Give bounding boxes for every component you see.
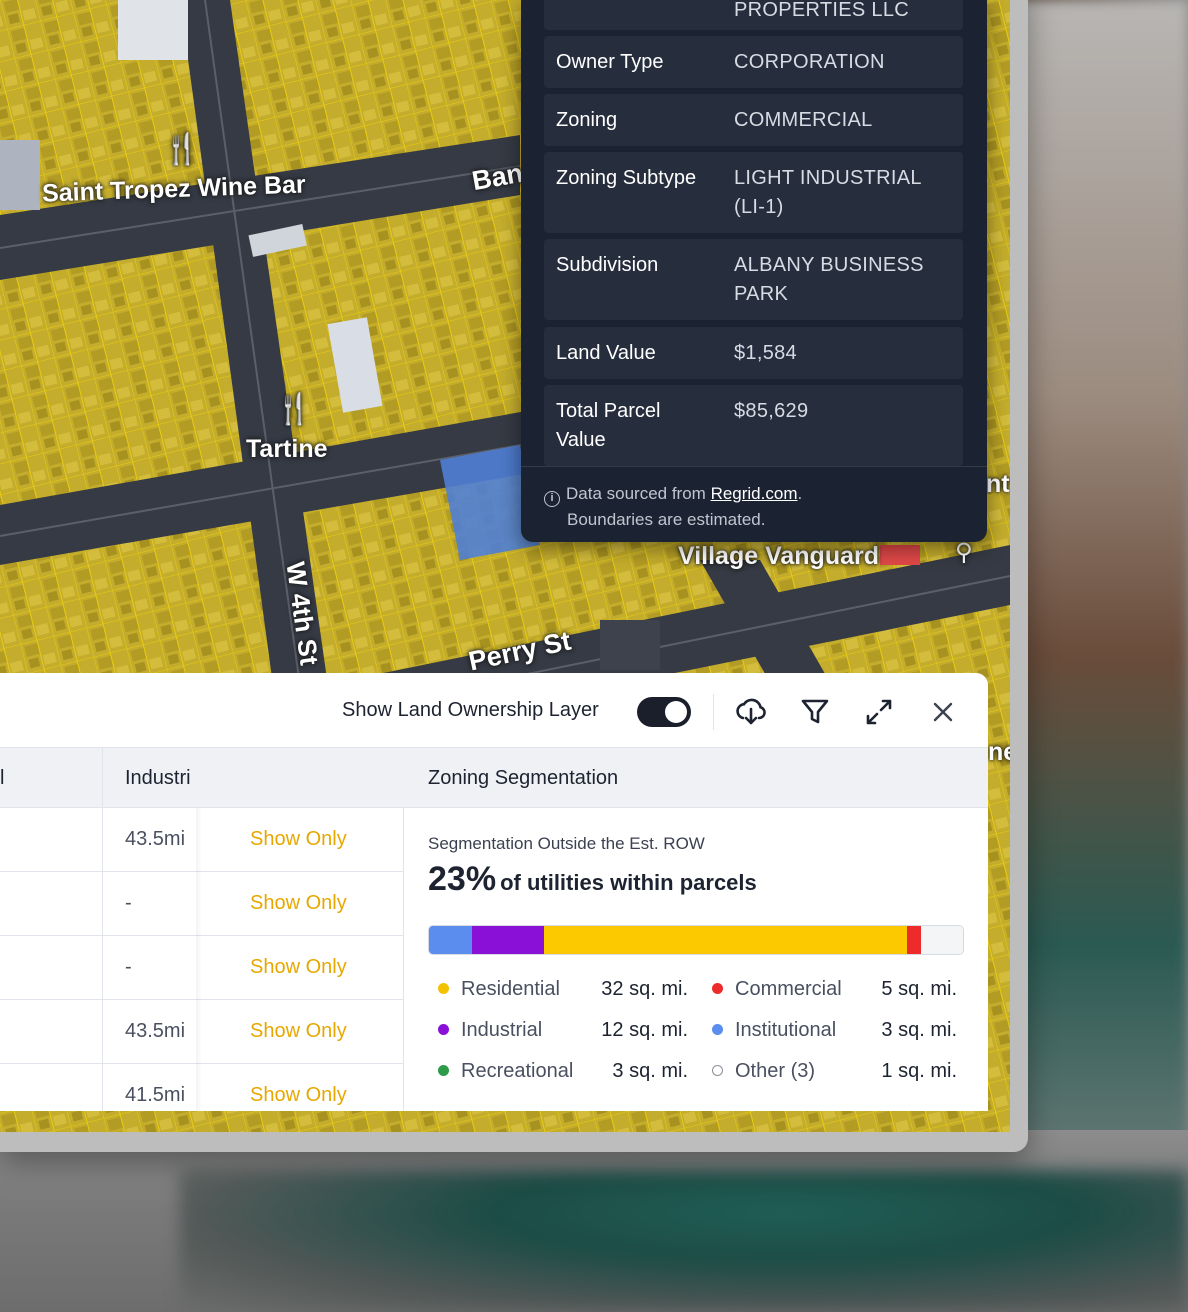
show-only-button[interactable]: Show Only	[250, 828, 347, 851]
table-row: - Show Only	[0, 936, 404, 1000]
segmentation-subtitle: Segmentation Outside the Est. ROW	[428, 834, 705, 853]
popup-row-owner-type: Owner Type CORPORATION	[544, 36, 963, 88]
popup-row-zoning-subtype: Zoning Subtype LIGHT INDUSTRIAL (LI-1)	[544, 152, 963, 233]
legend-item-other: Other (3)	[712, 1060, 815, 1083]
legend-dot	[712, 1024, 723, 1035]
parcel-details-popup: PROPERTIES LLC Owner Type CORPORATION Zo…	[521, 0, 987, 542]
utilities-table: l Industri 43.5mi Show Only - Show Only …	[0, 748, 404, 1111]
column-header-industrial: Industri	[102, 748, 404, 808]
segmentation-headline: 23% of utilities within parcels	[428, 860, 757, 899]
segmentation-title: Zoning Segmentation	[404, 748, 988, 808]
restaurant-icon: 🍴	[163, 133, 201, 166]
legend-value: 12 sq. mi.	[601, 1019, 688, 1041]
popup-footer: i Data sourced from Regrid.com. Boundarie…	[521, 466, 987, 542]
segmentation-percent-text: of utilities within parcels	[500, 870, 757, 895]
show-only-button[interactable]: Show Only	[250, 1084, 347, 1107]
legend-dot	[438, 1024, 449, 1035]
owner-name-value: PROPERTIES LLC	[734, 0, 910, 21]
panel-toolbar: Show Land Ownership Layer	[0, 673, 988, 748]
map-label-tartine: Tartine	[246, 435, 328, 463]
popup-row-zoning: Zoning COMMERCIAL	[544, 94, 963, 146]
legend-item-residential: Residential	[438, 978, 560, 1001]
map-label-village-vanguard: Village Vanguard	[678, 542, 880, 570]
segmentation-bar	[428, 925, 964, 955]
legend-dot	[712, 1065, 723, 1076]
show-only-button[interactable]: Show Only	[250, 1020, 347, 1043]
popup-row-subdivision: Subdivision ALBANY BUSINESS PARK	[544, 239, 963, 320]
segmentation-percent: 23%	[428, 860, 497, 898]
background-blur-teal	[180, 1170, 1188, 1312]
toggle-knob	[665, 701, 687, 723]
app-screen: 🍴 Saint Tropez Wine Bar Ban 🍴 Tartine W …	[0, 0, 1010, 1132]
expand-icon[interactable]	[862, 695, 896, 729]
legend-dot	[438, 983, 449, 994]
table-row: 43.5mi Show Only	[0, 1000, 404, 1064]
table-row: 43.5mi Show Only	[0, 808, 404, 872]
legend-item-industrial: Industrial	[438, 1019, 542, 1042]
table-row: - Show Only	[0, 872, 404, 936]
segment-residential	[543, 926, 907, 954]
download-icon[interactable]	[734, 695, 768, 729]
bike-icon: ⚲	[955, 539, 973, 566]
legend-dot	[712, 983, 723, 994]
legend-item-recreational: Recreational	[438, 1060, 573, 1083]
toolbar-divider	[713, 694, 714, 730]
show-only-button[interactable]: Show Only	[250, 956, 347, 979]
legend-value: 3 sq. mi.	[881, 1019, 957, 1041]
segment-institutional	[429, 926, 472, 954]
popup-footer-note: Boundaries are estimated.	[567, 510, 766, 529]
zoning-segmentation-panel: Zoning Segmentation Segmentation Outside…	[404, 748, 988, 1111]
info-icon: i	[544, 491, 560, 507]
regrid-link[interactable]: Regrid.com	[711, 484, 798, 503]
segment-commercial	[906, 926, 922, 954]
table-row: 41.5mi Show Only	[125, 1084, 347, 1107]
segment-industrial	[471, 926, 544, 954]
show-only-button[interactable]: Show Only	[250, 892, 347, 915]
map-label-edge: ne	[988, 738, 1010, 766]
close-icon[interactable]	[926, 695, 960, 729]
legend-item-commercial: Commercial	[712, 978, 842, 1001]
legend-item-institutional: Institutional	[712, 1019, 836, 1042]
segment-other	[921, 926, 963, 954]
popup-row-land-value: Land Value $1,584	[544, 327, 963, 379]
legend-value: 5 sq. mi.	[881, 978, 957, 1000]
map-label-edge: nt	[986, 470, 1010, 498]
legend-value: 1 sq. mi.	[881, 1060, 957, 1082]
scroll-shadow	[196, 808, 202, 1111]
ownership-layer-label: Show Land Ownership Layer	[342, 699, 599, 721]
legend-value: 3 sq. mi.	[612, 1060, 688, 1082]
column-divider	[102, 748, 103, 1111]
column-header-partial: l	[0, 748, 102, 808]
ownership-layer-toggle[interactable]	[637, 697, 691, 727]
legend-value: 32 sq. mi.	[601, 978, 688, 1000]
popup-row-total-value: Total Parcel Value $85,629	[544, 385, 963, 466]
background-blur-right	[1010, 0, 1188, 1312]
restaurant-icon: 🍴	[275, 393, 313, 426]
filter-icon[interactable]	[798, 695, 832, 729]
legend-dot	[438, 1065, 449, 1076]
bottom-panel: Show Land Ownership Layer l Industri 43.…	[0, 673, 988, 1111]
popup-row-owner-name: PROPERTIES LLC	[544, 0, 963, 30]
